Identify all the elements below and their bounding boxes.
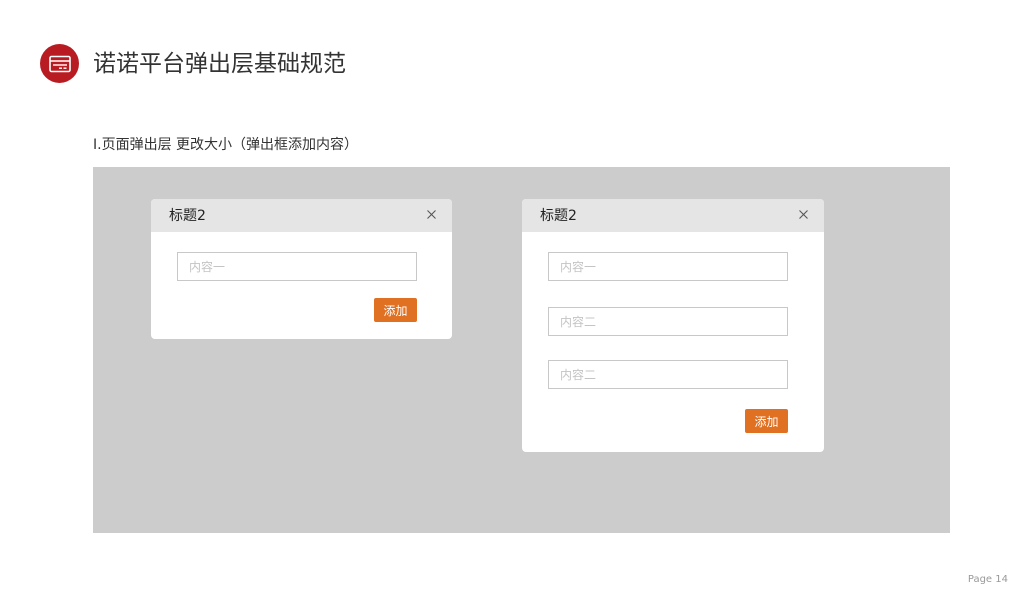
card-icon: [48, 55, 71, 72]
dialog-title: 标题2: [169, 208, 206, 224]
add-button[interactable]: 添加: [745, 409, 788, 433]
close-icon[interactable]: [796, 207, 810, 221]
popup-dialog-large: 标题2 添加: [522, 199, 824, 452]
content-one-input[interactable]: [548, 252, 788, 281]
page-number: Page 14: [967, 574, 1008, 585]
popup-dialog-small: 标题2 添加: [151, 199, 452, 339]
close-icon[interactable]: [424, 207, 438, 221]
brand-logo: [40, 44, 79, 83]
section-label: I.页面弹出层 更改大小（弹出框添加内容）: [93, 137, 359, 153]
dialog-header: 标题2: [522, 199, 824, 232]
dialog-title: 标题2: [540, 208, 577, 224]
content-two-input[interactable]: [548, 307, 788, 336]
content-one-input[interactable]: [177, 252, 417, 281]
demo-stage: 标题2 添加 标题2 添加: [93, 167, 950, 533]
page-title: 诺诺平台弹出层基础规范: [93, 51, 346, 77]
add-button[interactable]: 添加: [374, 298, 417, 322]
content-three-input[interactable]: [548, 360, 788, 389]
dialog-header: 标题2: [151, 199, 452, 232]
